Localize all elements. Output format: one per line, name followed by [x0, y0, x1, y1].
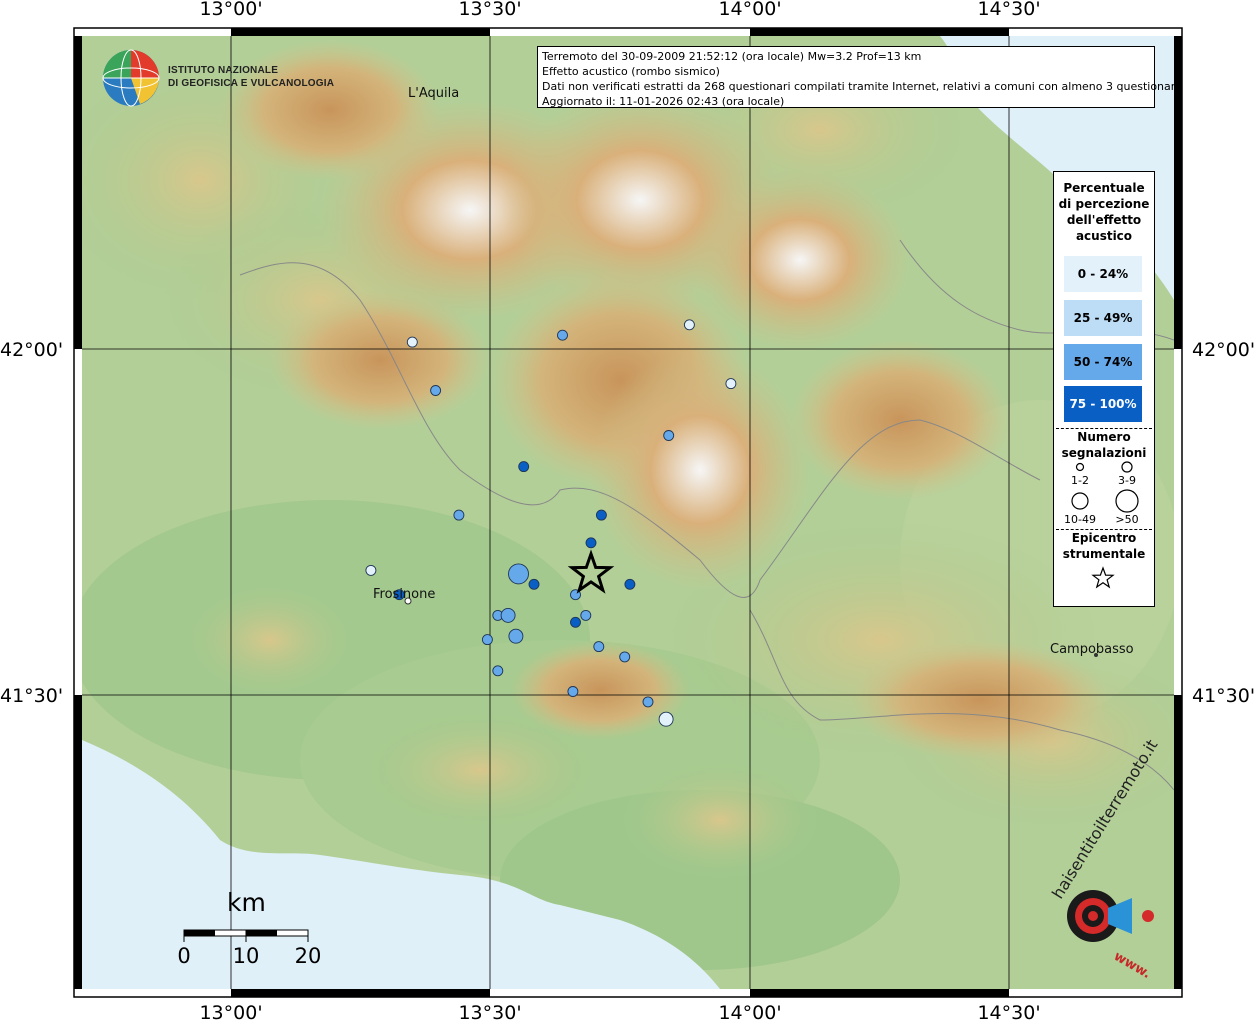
- city-label-laquila: L'Aquila: [408, 86, 460, 101]
- report-point[interactable]: [683, 319, 695, 331]
- scale-label-10: 10: [232, 944, 260, 968]
- data-note: Dati non verificati estratti da 268 ques…: [542, 80, 1182, 93]
- lon-label-top-1: 13°00': [199, 0, 263, 20]
- lon-label-top-4: 14°30': [977, 0, 1041, 20]
- report-point[interactable]: [453, 509, 465, 521]
- report-point[interactable]: [365, 564, 377, 576]
- report-point[interactable]: [528, 578, 540, 590]
- report-point[interactable]: [492, 665, 504, 677]
- scale-unit: km: [227, 888, 266, 917]
- lon-label-bottom-2: 13°30': [458, 1002, 522, 1024]
- legend-class-3: 75 - 100%: [1064, 386, 1142, 422]
- lon-label-bottom-1: 13°00': [199, 1002, 263, 1024]
- legend-title-line: dell'effetto: [1066, 213, 1142, 227]
- legend-title-line: acustico: [1075, 229, 1133, 243]
- legend-size-50: >50: [1115, 513, 1139, 526]
- report-point[interactable]: [481, 634, 493, 646]
- watermark-www: www.: [1110, 948, 1154, 983]
- ingv-institute-name: ISTITUTO NAZIONALE DI GEOFISICA E VULCAN…: [168, 64, 334, 90]
- star-icon: [1091, 566, 1115, 589]
- report-point[interactable]: [624, 578, 636, 590]
- legend-size-3-9: 3-9: [1118, 474, 1136, 487]
- ingv-line-2: DI GEOFISICA E VULCANOLOGIA: [168, 78, 335, 89]
- legend-count-line: Numero: [1077, 430, 1131, 444]
- legend-epicenter-title: Epicentro strumentale: [1054, 530, 1154, 562]
- report-point[interactable]: [593, 641, 605, 653]
- legend-title-line: di percezione: [1058, 197, 1150, 211]
- event-info-box: Terremoto del 30-09-2009 21:52:12 (ora l…: [537, 46, 1182, 108]
- legend-title: Percentuale di percezione dell'effetto a…: [1054, 180, 1154, 244]
- ingv-globe-logo: [102, 49, 160, 107]
- legend-count-title: Numero segnalazioni: [1054, 429, 1154, 461]
- report-point[interactable]: [557, 329, 568, 341]
- lat-label-right-2: 41°30': [1192, 685, 1256, 707]
- city-label-campobasso: Campobasso: [1050, 642, 1134, 657]
- lon-label-bottom-3: 14°00': [718, 1002, 782, 1024]
- report-point[interactable]: [508, 628, 524, 644]
- legend-title-line: Percentuale: [1063, 181, 1145, 195]
- legend-class-2: 50 - 74%: [1064, 344, 1142, 380]
- report-point[interactable]: [518, 461, 530, 473]
- report-point[interactable]: [658, 711, 674, 727]
- legend-epicenter-line: Epicentro: [1071, 531, 1137, 545]
- report-point[interactable]: [580, 609, 592, 621]
- lon-label-top-3: 14°00': [718, 0, 782, 20]
- scale-label-0: 0: [177, 944, 191, 968]
- lat-label-right-1: 42°00': [1192, 339, 1256, 361]
- report-point[interactable]: [406, 336, 418, 348]
- lat-label-left-2: 41°30': [0, 685, 64, 707]
- ingv-line-1: ISTITUTO NAZIONALE: [168, 65, 279, 76]
- report-point[interactable]: [595, 509, 607, 521]
- report-point[interactable]: [619, 651, 631, 663]
- report-point[interactable]: [508, 563, 529, 585]
- effect-type: Effetto acustico (rombo sismico): [542, 65, 720, 78]
- lon-label-bottom-4: 14°30': [977, 1002, 1041, 1024]
- legend-size-10-49: 10-49: [1064, 513, 1096, 526]
- city-label-frosinone: Frosinone: [373, 587, 436, 602]
- event-title: Terremoto del 30-09-2009 21:52:12 (ora l…: [542, 50, 922, 63]
- watermark: haisentitoilterremoto.it www.: [1040, 736, 1170, 983]
- scale-label-20: 20: [294, 944, 322, 968]
- lat-label-left-1: 42°00': [0, 339, 64, 361]
- lon-label-top-2: 13°30': [458, 0, 522, 20]
- report-point[interactable]: [585, 537, 597, 549]
- legend-size-1-2: 1-2: [1071, 474, 1089, 487]
- report-point[interactable]: [567, 686, 579, 697]
- report-point[interactable]: [725, 378, 737, 390]
- legend-class-1: 25 - 49%: [1064, 300, 1142, 336]
- legend-panel: Percentuale di percezione dell'effetto a…: [1053, 171, 1155, 607]
- report-point[interactable]: [642, 696, 654, 708]
- report-point[interactable]: [430, 385, 442, 396]
- updated-at: Aggiornato il: 11-01-2026 02:43 (ora loc…: [542, 95, 785, 108]
- report-point[interactable]: [663, 430, 675, 441]
- terrain: [82, 36, 1174, 989]
- report-point[interactable]: [570, 616, 581, 628]
- legend-class-0: 0 - 24%: [1064, 256, 1142, 292]
- report-point[interactable]: [500, 607, 516, 623]
- legend-size-symbols: [1071, 461, 1139, 513]
- legend-epicenter-line: strumentale: [1062, 547, 1146, 561]
